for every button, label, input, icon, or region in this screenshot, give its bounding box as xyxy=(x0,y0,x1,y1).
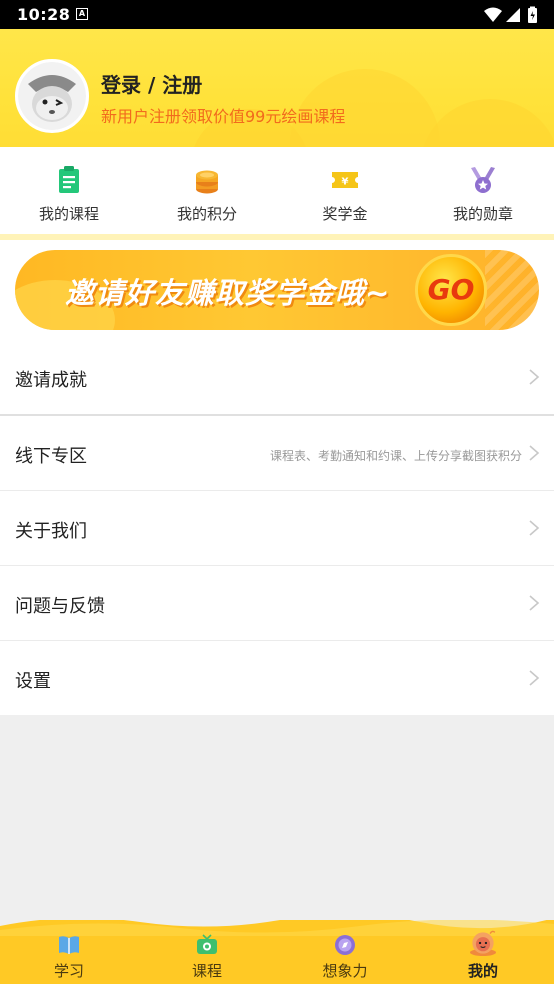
menu-item-label: 问题与反馈 xyxy=(15,596,105,617)
tab-imagination[interactable]: 想象力 xyxy=(276,920,414,984)
menu-list: 邀请成就 线下专区 课程表、考勤通知和约课、上传分享截图获积分 关于我们 问题与… xyxy=(0,340,554,715)
tv-icon xyxy=(197,934,217,954)
menu-item-settings[interactable]: 设置 xyxy=(0,641,554,715)
tab-label: 课程 xyxy=(191,962,222,980)
menu-item-invite-achievements[interactable]: 邀请成就 xyxy=(0,340,554,416)
quick-entry-label: 奖学金 xyxy=(322,205,368,223)
scholarship-button[interactable]: ¥ 奖学金 xyxy=(276,147,414,234)
coin-stack-icon xyxy=(196,170,218,194)
medal-icon xyxy=(471,167,495,193)
book-icon xyxy=(59,936,79,954)
status-time: 10:28 xyxy=(17,5,71,24)
menu-item-label: 关于我们 xyxy=(15,521,87,542)
menu-item-offline-zone[interactable]: 线下专区 课程表、考勤通知和约课、上传分享截图获积分 xyxy=(0,416,554,491)
status-bar: 10:28 A xyxy=(0,0,554,29)
my-points-button[interactable]: 我的积分 xyxy=(138,147,276,234)
compass-icon xyxy=(335,935,355,955)
chevron-right-icon xyxy=(529,445,540,461)
menu-item-feedback[interactable]: 问题与反馈 xyxy=(0,566,554,641)
notification-icon: A xyxy=(76,8,88,20)
invite-friends-banner[interactable]: 邀请好友赚取奖学金哦~ GO xyxy=(15,250,539,330)
signup-promo-text[interactable]: 新用户注册领取价值99元绘画课程 xyxy=(101,103,345,127)
my-courses-button[interactable]: 我的课程 xyxy=(0,147,138,234)
tab-mine[interactable]: 我的 xyxy=(414,920,552,984)
chevron-right-icon xyxy=(529,595,540,611)
ticket-icon: ¥ xyxy=(332,172,358,188)
clipboard-icon xyxy=(59,166,79,193)
menu-item-label: 邀请成就 xyxy=(15,370,87,391)
banner-container: 邀请好友赚取奖学金哦~ GO xyxy=(0,240,554,340)
tab-label: 学习 xyxy=(53,962,84,980)
chevron-right-icon xyxy=(529,670,540,686)
chevron-right-icon xyxy=(529,520,540,536)
svg-text:¥: ¥ xyxy=(342,177,349,188)
signal-icon xyxy=(506,8,520,22)
banner-text: 邀请好友赚取奖学金哦~ xyxy=(65,276,391,310)
tab-study[interactable]: 学习 xyxy=(0,920,138,984)
profile-header: 登录 / 注册 新用户注册领取价值99元绘画课程 xyxy=(0,29,554,147)
tab-label: 我的 xyxy=(467,962,498,980)
menu-item-about-us[interactable]: 关于我们 xyxy=(0,491,554,566)
go-button[interactable]: GO xyxy=(415,254,487,326)
quick-entry-label: 我的勋章 xyxy=(452,205,513,223)
go-label: GO xyxy=(427,273,475,306)
menu-item-label: 线下专区 xyxy=(15,446,87,467)
snail-icon xyxy=(470,930,496,956)
tab-label: 想象力 xyxy=(322,962,368,980)
status-icons xyxy=(484,6,537,23)
login-register-link[interactable]: 登录 / 注册 xyxy=(101,69,202,98)
tab-courses[interactable]: 课程 xyxy=(138,920,276,984)
quick-entry-label: 我的积分 xyxy=(176,205,237,223)
chevron-right-icon xyxy=(529,369,540,385)
menu-item-label: 设置 xyxy=(15,671,51,692)
wifi-icon xyxy=(484,7,502,22)
menu-item-hint: 课程表、考勤通知和约课、上传分享截图获积分 xyxy=(269,449,522,463)
avatar-mascot-icon xyxy=(18,62,86,130)
avatar[interactable] xyxy=(15,59,89,133)
quick-entry-label: 我的课程 xyxy=(38,205,99,223)
bottom-tab-bar: 学习 课程 想象力 我的 xyxy=(0,920,554,984)
my-medals-button[interactable]: 我的勋章 xyxy=(414,147,552,234)
quick-entries: 我的课程 我的积分 ¥ 奖学金 我的勋章 xyxy=(0,147,554,234)
